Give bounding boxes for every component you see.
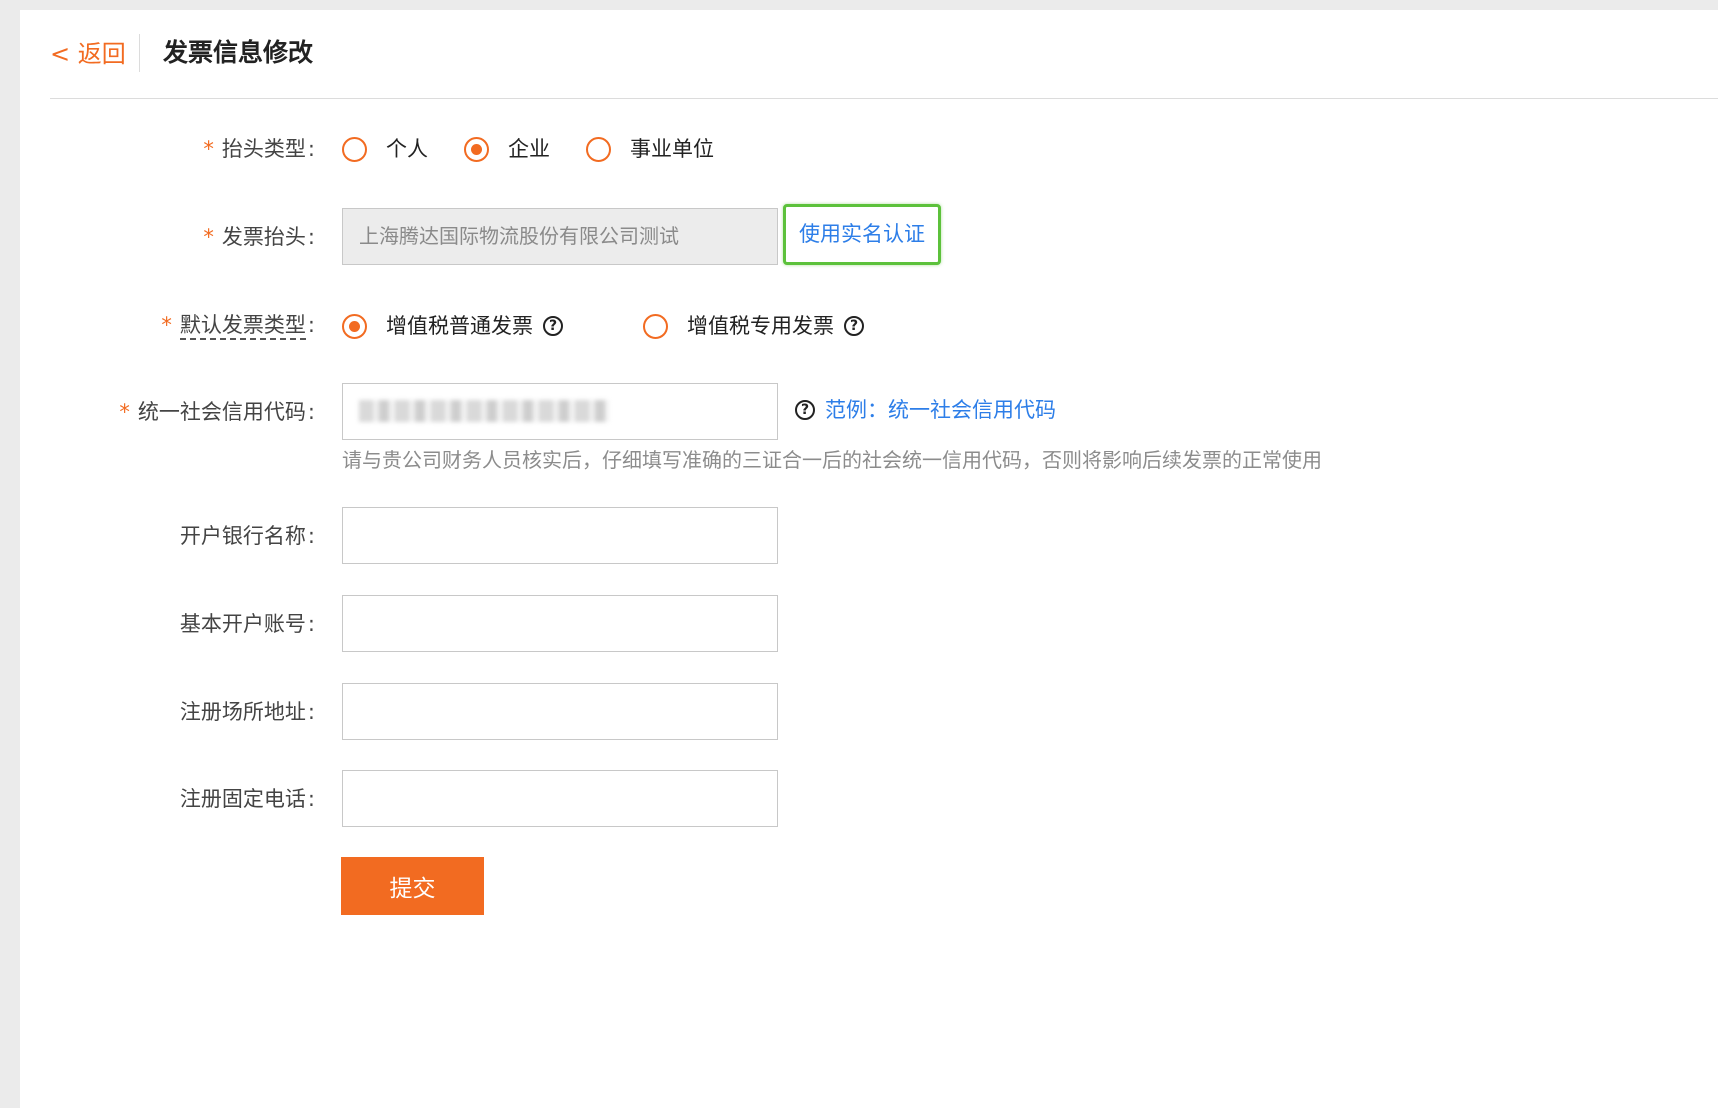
header-divider xyxy=(139,34,140,72)
credit-code-label: * 统一社会信用代码: xyxy=(119,400,315,424)
redacted-value xyxy=(359,400,609,422)
credit-code-hint: 请与贵公司财务人员核实后，仔细填写准确的三证合一后的社会统一信用代码，否则将影响… xyxy=(342,448,1322,472)
radio-personal[interactable]: 个人 xyxy=(342,134,428,164)
radio-vat-special[interactable]: 增值税专用发票 ? xyxy=(643,311,864,341)
invoice-title-label: * 发票抬头: xyxy=(203,225,315,249)
registered-phone-input[interactable] xyxy=(342,770,778,827)
credit-code-input[interactable] xyxy=(342,383,778,440)
invoice-title-input[interactable]: 上海腾达国际物流股份有限公司测试 xyxy=(342,208,778,265)
radio-institution[interactable]: 事业单位 xyxy=(586,134,714,164)
registered-address-input[interactable] xyxy=(342,683,778,740)
title-type-label: * 抬头类型: xyxy=(203,137,315,161)
title-type-radio-group: 个人 企业 事业单位 xyxy=(342,134,714,164)
default-invoice-type-label[interactable]: * 默认发票类型: xyxy=(161,310,315,340)
radio-vat-normal[interactable]: 增值税普通发票 ? xyxy=(342,311,563,341)
radio-circle[interactable] xyxy=(586,136,611,162)
question-circle-icon[interactable]: ? xyxy=(543,316,563,336)
question-circle-icon: ? xyxy=(795,400,815,420)
radio-circle-checked[interactable] xyxy=(464,136,489,162)
credit-code-example-link[interactable]: ? 范例：统一社会信用代码 xyxy=(795,395,1056,425)
page-card: < 返回 发票信息修改 * 抬头类型: 个人 企业 事业单位 * 发票抬头: 上… xyxy=(20,10,1718,1108)
radio-enterprise[interactable]: 企业 xyxy=(464,134,550,164)
page-title: 发票信息修改 xyxy=(163,38,314,67)
back-link[interactable]: < 返回 xyxy=(50,38,126,70)
verify-realname-button[interactable]: 使用实名认证 xyxy=(783,204,941,265)
registered-phone-label: 注册固定电话: xyxy=(179,787,315,811)
radio-circle[interactable] xyxy=(342,136,367,162)
submit-button[interactable]: 提交 xyxy=(341,857,484,915)
bank-name-label: 开户银行名称: xyxy=(179,524,315,548)
bank-account-input[interactable] xyxy=(342,595,778,652)
radio-circle-checked[interactable] xyxy=(342,313,367,339)
registered-address-label: 注册场所地址: xyxy=(179,700,315,724)
invoice-type-radio-group: 增值税普通发票 ? 增值税专用发票 ? xyxy=(342,311,864,341)
bank-name-input[interactable] xyxy=(342,507,778,564)
question-circle-icon[interactable]: ? xyxy=(844,316,864,336)
required-mark: * xyxy=(203,137,214,161)
radio-circle[interactable] xyxy=(643,313,668,339)
bank-account-label: 基本开户账号: xyxy=(179,612,315,636)
page-header: < 返回 发票信息修改 xyxy=(50,10,1718,99)
